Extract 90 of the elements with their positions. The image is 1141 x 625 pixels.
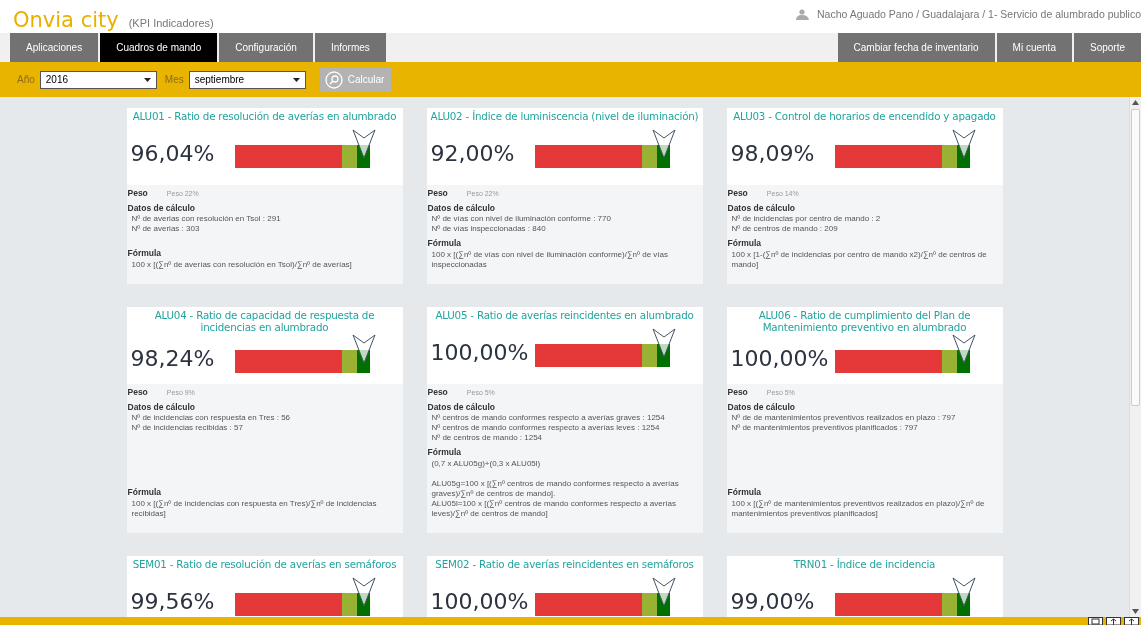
pointer-icon bbox=[651, 129, 676, 159]
scrollbar[interactable] bbox=[1129, 97, 1141, 617]
peso-label: Peso bbox=[427, 188, 448, 198]
pointer-icon bbox=[351, 334, 376, 364]
print-icon[interactable] bbox=[1088, 617, 1103, 625]
user-icon bbox=[795, 8, 812, 20]
formula-text: 100 x [(∑nº de mantenimientos preventivos realizados en plazo)/∑nº de mantenimientos preventivos planificados] bbox=[731, 499, 986, 519]
kpi-value: 99,00% bbox=[730, 589, 815, 614]
kpi-title: ALU04 - Ratio de capacidad de respuesta de incidencias en alumbrado bbox=[153, 309, 376, 333]
datos-line: Nº de centros de mando : 209 bbox=[731, 224, 839, 234]
datos-line: Nº centros de mando conformes respecto a averías leves : 1254 bbox=[431, 423, 661, 433]
datos-line: Nº de incidencias con respuesta en Tres : 56 bbox=[131, 413, 292, 423]
datos-heading: Datos de cálculo bbox=[727, 402, 797, 412]
peso-label: Peso bbox=[127, 387, 148, 397]
datos-heading: Datos de cálculo bbox=[127, 203, 197, 213]
formula-text: (0,7 x ALU05g)+(0,3 x ALU05l) bbox=[431, 459, 542, 469]
datos-heading: Datos de cálculo bbox=[127, 402, 197, 412]
formula-heading: Fórmula bbox=[727, 238, 763, 248]
kpi-title: TRN01 - Índice de incidencia bbox=[792, 558, 937, 570]
peso-label: Peso bbox=[127, 188, 148, 198]
datos-line: Nº de mantenimientos preventivos planificados : 797 bbox=[731, 423, 919, 433]
nav-tab[interactable]: Cambiar fecha de inventario bbox=[837, 33, 995, 62]
datos-heading: Datos de cálculo bbox=[427, 402, 497, 412]
formula-heading: Fórmula bbox=[127, 487, 163, 497]
scroll-down-icon[interactable] bbox=[1132, 609, 1139, 614]
nav-tab[interactable]: Cuadros de mando bbox=[100, 33, 218, 62]
export-icon[interactable] bbox=[1106, 617, 1121, 625]
datos-heading: Datos de cálculo bbox=[427, 203, 497, 213]
datos-line: Nº de averias con resolución en Tsol : 291 bbox=[131, 214, 282, 224]
export-icon[interactable] bbox=[1124, 617, 1139, 625]
pointer-icon bbox=[651, 328, 676, 358]
formula-text: 100 x [(∑nº de vías con nivel de iluminación conforme)/∑nº de vías inspeccionadas bbox=[431, 250, 669, 270]
month-dropdown[interactable]: septiembre bbox=[188, 70, 306, 89]
kpi-title: ALU01 - Ratio de resolución de averías en alumbrado bbox=[131, 110, 398, 122]
kpi-value: 100,00% bbox=[430, 340, 529, 365]
pointer-icon bbox=[351, 577, 376, 607]
pointer-icon bbox=[951, 334, 976, 364]
datos-line: Nº de incidencias por centro de mando : 2 bbox=[731, 214, 882, 224]
formula-text: 100 x [1-(∑nº de incidencias por centro de mando x2)/∑nº de centros de mando] bbox=[731, 250, 988, 270]
search-icon bbox=[324, 70, 343, 89]
pointer-icon bbox=[951, 577, 976, 607]
kpi-title: ALU03 - Control de horarios de encendido y apagado bbox=[732, 110, 997, 122]
kpi-title: ALU02 - Índice de luminiscencia (nivel de iluminación) bbox=[430, 110, 699, 122]
datos-line: Nº de vías con nivel de iluminación conforme : 770 bbox=[431, 214, 612, 224]
peso-label: Peso bbox=[727, 188, 748, 198]
nav-tab[interactable]: Aplicaciones bbox=[10, 33, 99, 62]
datos-line: Nº centros de mando conformes respecto a averías graves : 1254 bbox=[431, 413, 666, 423]
nav-tab[interactable]: Informes bbox=[314, 33, 386, 62]
pointer-icon bbox=[351, 129, 376, 159]
datos-heading: Datos de cálculo bbox=[727, 203, 797, 213]
kpi-title: SEM01 - Ratio de resolución de averías en semáforos bbox=[131, 558, 398, 570]
peso-label: Peso bbox=[427, 387, 448, 397]
kpi-value: 100,00% bbox=[730, 346, 829, 371]
datos-line: Nº de de mantenimientos preventivos realizados en plazo : 797 bbox=[731, 413, 957, 423]
kpi-value: 100,00% bbox=[430, 589, 529, 614]
pointer-icon bbox=[951, 129, 976, 159]
formula-heading: Fórmula bbox=[127, 248, 163, 258]
kpi-title: ALU05 - Ratio de averías reincidentes en alumbrado bbox=[434, 309, 695, 321]
kpi-value: 98,24% bbox=[130, 346, 215, 371]
year-label: Año bbox=[17, 74, 35, 85]
caret-icon bbox=[292, 77, 300, 82]
app-logo: Onvia city bbox=[13, 9, 119, 31]
month-label: Mes bbox=[164, 74, 184, 85]
kpi-value: 96,04% bbox=[130, 141, 215, 166]
formula-text: 100 x [(∑nº de averías con resolución en Tsol)/∑nº de averías] bbox=[131, 260, 353, 270]
scroll-up-icon[interactable] bbox=[1132, 100, 1139, 105]
kpi-title: SEM02 - Ratio de averías reincidentes en semáforos bbox=[434, 558, 695, 570]
pointer-icon bbox=[651, 577, 676, 607]
formula-text: 100 x [(∑nº de incidencias con respuesta en Tres)/∑nº de incidencias recibidas] bbox=[131, 499, 378, 519]
datos-line: Nº de averias : 303 bbox=[131, 224, 201, 234]
formula-text: ALU05l=100 x [(∑nº centros de mando conformes respecto a averías leves)/∑nº de centros de mando] bbox=[431, 499, 678, 519]
formula-text: ALU05g=100 x [(∑nº centros de mando conformes respecto a averías graves)/∑nº de centros de mando]. bbox=[431, 479, 680, 499]
formula-heading: Fórmula bbox=[427, 447, 463, 457]
formula-heading: Fórmula bbox=[727, 487, 763, 497]
caret-icon bbox=[143, 77, 151, 82]
kpi-value: 99,56% bbox=[130, 589, 215, 614]
datos-line: Nº de centros de mando : 1254 bbox=[431, 433, 544, 443]
datos-line: Nº de vías inspeccionadas : 840 bbox=[431, 224, 547, 234]
peso-label: Peso bbox=[727, 387, 748, 397]
nav-tab[interactable]: Soporte bbox=[1073, 33, 1141, 62]
kpi-title: ALU06 - Ratio de cumplimiento del Plan de Mantenimiento preventivo en alumbrado bbox=[757, 309, 972, 333]
year-dropdown[interactable]: 2016 bbox=[39, 70, 157, 89]
nav-tab[interactable]: Configuración bbox=[219, 33, 313, 62]
formula-heading: Fórmula bbox=[427, 238, 463, 248]
app-subtitle: (KPI Indicadores) bbox=[128, 17, 214, 29]
breadcrumb: Nacho Aguado Pano / Guadalajara / 1- Servicio de alumbrado publico bbox=[817, 8, 1141, 20]
nav-tab[interactable]: Mi cuenta bbox=[996, 33, 1072, 62]
kpi-value: 92,00% bbox=[430, 141, 515, 166]
kpi-value: 98,09% bbox=[730, 141, 815, 166]
datos-line: Nº de incidencias recibidas : 57 bbox=[131, 423, 244, 433]
